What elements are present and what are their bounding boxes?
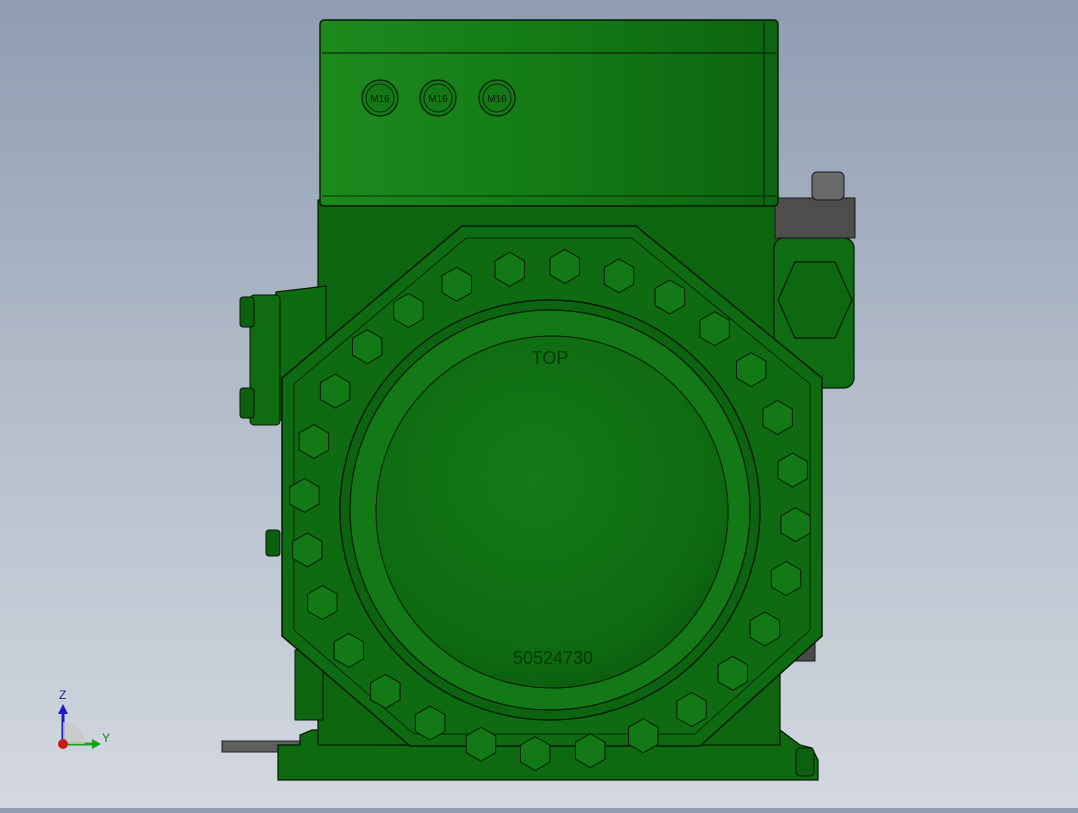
foot-bolt-right [795,747,815,777]
compressor-model: M16 M16 M16 TOP 50524730 Z Y [58,19,856,781]
cable-gland-3: M16 [478,79,516,117]
axis-triad: Z Y [58,688,110,749]
right-valve-fitting [774,197,856,239]
right-valve-cap [811,171,845,201]
gland-label-2: M16 [428,94,448,105]
cover-part-number: 50524730 [513,648,593,668]
x-axis-dot [58,739,68,749]
y-axis-label: Y [102,731,110,745]
gland-label-1: M16 [370,94,390,105]
z-axis-arrow [58,704,68,714]
z-axis-label: Z [59,688,66,702]
cable-gland-1: M16 [361,79,399,117]
left-bolt-lower [239,387,255,419]
cover-face [375,335,729,689]
cad-viewport[interactable]: M16 M16 M16 TOP 50524730 Z Y [0,0,1078,808]
y-axis-arrow [92,739,101,749]
cable-gland-2: M16 [419,79,457,117]
gland-label-3: M16 [487,94,507,105]
cover-top-label: TOP [532,348,569,368]
left-lug [265,529,281,557]
left-bolt-upper [239,296,255,328]
